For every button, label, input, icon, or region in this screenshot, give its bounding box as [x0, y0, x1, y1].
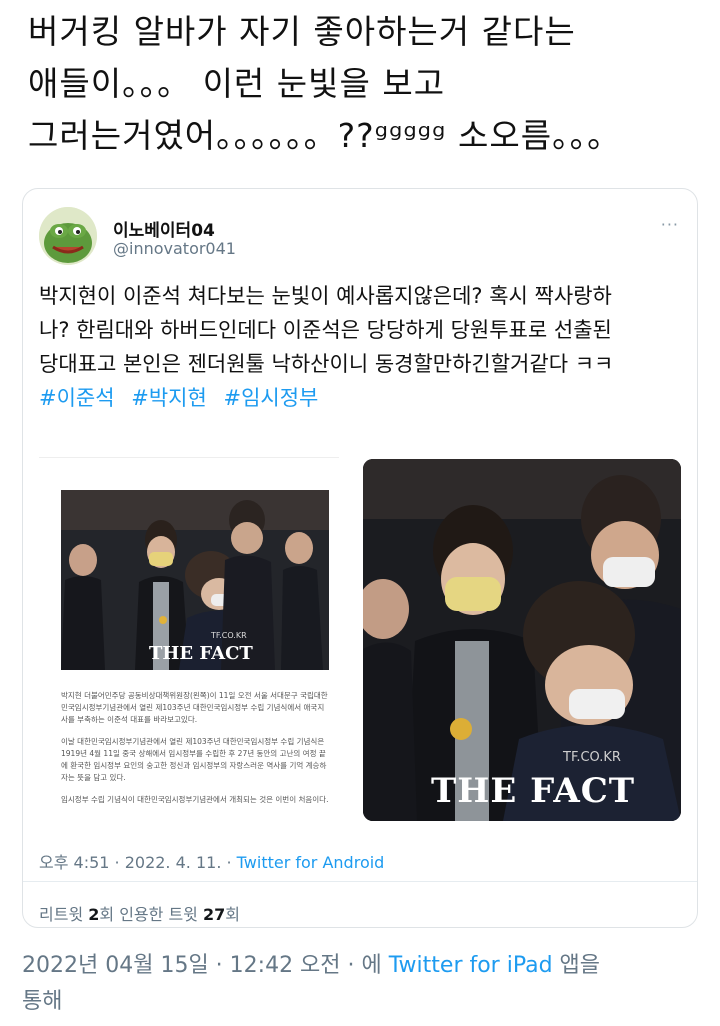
article-paragraph: 박지현 더불어민주당 공동비상대책위원장(왼쪽)이 11일 오전 서울 서대문구…: [61, 691, 328, 724]
display-name[interactable]: 이노베이터04: [113, 216, 215, 241]
quotes-unit: 회: [225, 905, 240, 924]
hashtag-list: #이준석 #박지현 #임시정부: [39, 381, 689, 415]
footer-source-link[interactable]: Twitter for iPad: [389, 953, 553, 978]
watermark-site: TF.CO.KR: [563, 750, 621, 765]
watermark-site: TF.CO.KR: [211, 631, 247, 640]
tweet-body: 박지현이 이준석 쳐다보는 눈빛이 예사롭지않은데? 혹시 짝사랑하 나? 한림…: [39, 279, 689, 415]
footer-date: 2022년 04월 15일 · 12:42 오전 · 에: [22, 953, 389, 978]
tweet-card[interactable]: 이노베이터04 @innovator041 ··· 박지현이 이준석 쳐다보는 …: [22, 188, 698, 928]
user-handle[interactable]: @innovator041: [113, 239, 236, 258]
footer-suffix: 앱을: [552, 953, 601, 978]
hashtag-link[interactable]: #이준석: [39, 386, 115, 410]
tweet-text-line: 나? 한림대와 하버드인데다 이준석은 당당하게 당원투표로 선출된: [39, 318, 612, 342]
more-dots-icon[interactable]: ···: [661, 215, 679, 234]
source-link[interactable]: Twitter for Android: [237, 853, 385, 872]
retweets-label[interactable]: 리트윗: [39, 905, 88, 924]
tweet-text-line: 당대표고 본인은 젠더원툴 낙하산이니 동경할만하긴할거같다 ㅋㅋ: [39, 352, 614, 376]
caption-line-2: 애들이。。。 이런 눈빛을 보고: [28, 64, 446, 103]
avatar[interactable]: [39, 207, 97, 265]
caption-line-3: 그러는거였어。。。。。。??ᵍᵍᵍᵍᵍ 소오름。。。: [28, 116, 622, 155]
hashtag-link[interactable]: #임시정부: [224, 386, 319, 410]
news-photo-large[interactable]: TF.CO.KR THE FACT: [363, 459, 681, 821]
article-text: 박지현 더불어민주당 공동비상대책위원장(왼쪽)이 11일 오전 서울 서대문구…: [61, 690, 329, 816]
tweet-text-line: 박지현이 이준석 쳐다보는 눈빛이 예사롭지않은데? 혹시 짝사랑하: [39, 284, 612, 308]
post-footer: 2022년 04월 15일 · 12:42 오전 · 에 Twitter for…: [22, 948, 712, 1020]
watermark-logo: THE FACT: [431, 771, 636, 811]
quotes-count[interactable]: 27: [203, 905, 225, 924]
watermark-logo: THE FACT: [149, 643, 253, 664]
article-paragraph: 이날 대한민국임시정부기념관에서 열린 제103주년 대한민국임시정부 수립 기…: [61, 737, 327, 782]
retweets-unit: 회: [99, 905, 120, 924]
frog-avatar-icon: [39, 207, 97, 265]
article-paragraph: 임시정부 수립 기념식이 대한민국임시정부기념관에서 개최되는 것은 이번이 처…: [61, 795, 329, 804]
post-caption: 버거킹 알바가 자기 좋아하는거 같다는 애들이。。。 이런 눈빛을 보고 그러…: [28, 6, 708, 162]
people-photo-icon: [363, 459, 681, 821]
tweet-timestamp: 오후 4:51 · 2022. 4. 11. · Twitter for And…: [39, 849, 384, 873]
footer-line-2: 통해: [22, 989, 63, 1014]
retweets-count[interactable]: 2: [88, 905, 99, 924]
timestamp-text: 오후 4:51 · 2022. 4. 11. ·: [39, 853, 237, 872]
divider: [23, 881, 697, 882]
article-image[interactable]: TF.CO.KR THE FACT 박지현 더불어민주당 공동비상대책위원장(왼…: [39, 457, 339, 826]
caption-line-1: 버거킹 알바가 자기 좋아하는거 같다는: [28, 12, 576, 51]
hashtag-link[interactable]: #박지현: [131, 386, 207, 410]
news-photo-small: TF.CO.KR THE FACT: [61, 490, 329, 670]
tweet-stats: 리트윗 2회 인용한 트윗 27회: [39, 901, 240, 925]
quotes-label[interactable]: 인용한 트윗: [119, 905, 203, 924]
